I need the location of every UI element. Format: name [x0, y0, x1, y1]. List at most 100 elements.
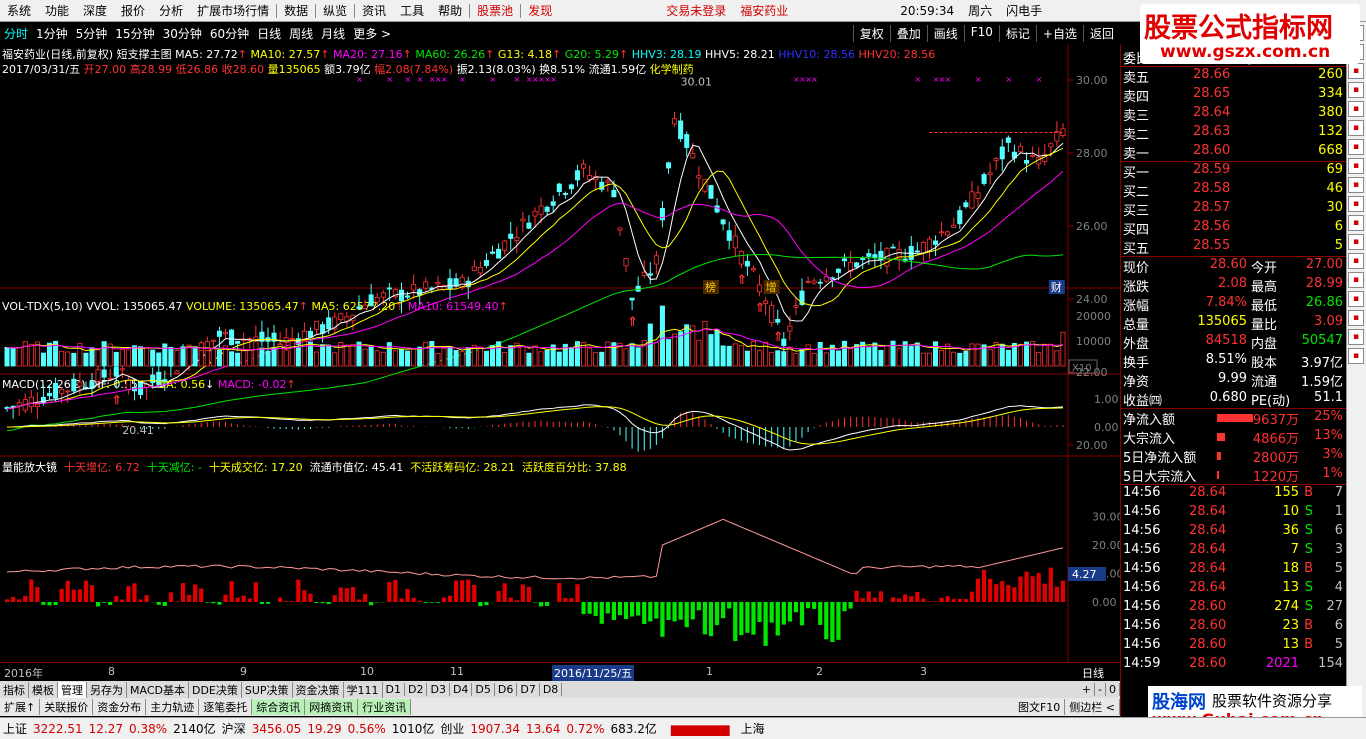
side-tool-icon[interactable]: ▪: [1348, 329, 1364, 345]
menu-item[interactable]: 分析: [152, 0, 190, 22]
side-tool-icon[interactable]: ▪: [1348, 253, 1364, 269]
index-sh-chg[interactable]: 12.27: [86, 722, 126, 736]
side-tool-icon[interactable]: ▪: [1348, 272, 1364, 288]
toolbar-button[interactable]: 返回: [1082, 24, 1120, 42]
zoom-button[interactable]: -: [1095, 683, 1106, 696]
indicator-tab[interactable]: D5: [472, 683, 495, 696]
period-tab[interactable]: 30分钟: [159, 25, 206, 42]
menu-item[interactable]: 深度: [76, 0, 114, 22]
index-hs-pct[interactable]: 0.56%: [345, 722, 389, 736]
info-tab[interactable]: 行业资讯: [358, 699, 412, 715]
index-cy-val[interactable]: 1907.34: [467, 722, 523, 736]
x-axis-mode[interactable]: 日线: [1082, 665, 1104, 681]
menu-item[interactable]: 扩展市场行情: [190, 0, 276, 22]
toolbar-button[interactable]: 复权: [852, 24, 890, 42]
period-tab[interactable]: 周线: [285, 25, 317, 42]
indicator-tab[interactable]: D1: [383, 683, 406, 696]
discover-menu[interactable]: 发现: [521, 0, 559, 22]
indicator-tab[interactable]: 资金决策: [293, 681, 344, 698]
side-tool-icon[interactable]: ▪: [1348, 82, 1364, 98]
trade-status[interactable]: 交易未登录: [659, 0, 733, 22]
side-tool-icon[interactable]: ▪: [1348, 310, 1364, 326]
menu-item[interactable]: 资讯: [355, 0, 393, 22]
indicator-tab[interactable]: D4: [450, 683, 473, 696]
indicator-tab[interactable]: DDE决策: [189, 681, 242, 698]
side-tool-icon[interactable]: ▪: [1348, 120, 1364, 136]
zoom-button[interactable]: +: [1079, 683, 1096, 696]
menu-item[interactable]: 数据: [277, 0, 315, 22]
menu-item[interactable]: 纵览: [316, 0, 354, 22]
info-tab[interactable]: 主力轨迹: [146, 699, 200, 715]
info-tab[interactable]: 关联报价: [40, 699, 94, 715]
volume-bar: [920, 352, 926, 367]
toolbar-button[interactable]: 叠加: [889, 24, 927, 42]
side-tool-icon[interactable]: ▪: [1348, 348, 1364, 364]
tick-row: 14:56 28.64 18 B 5: [1121, 561, 1347, 580]
index-sh-pct[interactable]: 0.38%: [126, 722, 170, 736]
index-hs-label[interactable]: 沪深: [219, 720, 249, 737]
info-tab[interactable]: 综合资讯: [252, 699, 306, 715]
amp-bar: [138, 599, 143, 602]
indicator-tab[interactable]: MACD基本: [127, 681, 189, 698]
side-tool-icon[interactable]: ▪: [1348, 158, 1364, 174]
period-tab[interactable]: 更多 >: [349, 25, 395, 42]
side-toggle[interactable]: 图文F10: [1014, 699, 1066, 715]
info-tab[interactable]: 资金分布: [93, 699, 147, 715]
toolbar-button[interactable]: 画线: [926, 24, 964, 42]
indicator-tab[interactable]: D7: [517, 683, 540, 696]
side-tool-icon[interactable]: ▪: [1348, 139, 1364, 155]
side-tool-icon[interactable]: ▪: [1348, 291, 1364, 307]
toolbar-button[interactable]: +自选: [1035, 24, 1083, 42]
side-tool-icon[interactable]: ▪: [1348, 234, 1364, 250]
index-cy-pct[interactable]: 0.72%: [563, 722, 607, 736]
period-tab[interactable]: 分时: [0, 25, 32, 42]
period-tab[interactable]: 5分钟: [72, 25, 112, 42]
menu-item[interactable]: 工具: [393, 0, 431, 22]
side-toggle[interactable]: 侧边栏 <: [1065, 699, 1120, 715]
side-tool-icon[interactable]: ▪: [1348, 215, 1364, 231]
indicator-tab[interactable]: 学111: [344, 681, 383, 698]
flash-trade-button[interactable]: 闪电手: [999, 0, 1049, 22]
info-tab[interactable]: 网摘资讯: [305, 699, 359, 715]
side-tool-icon[interactable]: ▪: [1348, 101, 1364, 117]
indicator-tab[interactable]: D2: [405, 683, 428, 696]
info-tab[interactable]: 扩展↑: [0, 699, 41, 715]
index-cy-label[interactable]: 创业: [437, 720, 467, 737]
zoom-button[interactable]: 0: [1106, 683, 1120, 696]
menu-item[interactable]: 功能: [38, 0, 76, 22]
index-cy-amt[interactable]: 683.2亿: [607, 720, 659, 737]
index-cy-chg[interactable]: 13.64: [523, 722, 563, 736]
index-sh-val[interactable]: 3222.51: [30, 722, 86, 736]
info-tab[interactable]: 逐笔委托: [199, 699, 253, 715]
menu-item[interactable]: 帮助: [431, 0, 469, 22]
indicator-tab[interactable]: 管理: [58, 681, 87, 698]
side-tool-icon[interactable]: ▪: [1348, 63, 1364, 79]
index-hs-amt[interactable]: 1010亿: [389, 720, 438, 737]
toolbar-button[interactable]: 标记: [998, 24, 1036, 42]
indicator-tab[interactable]: D6: [495, 683, 518, 696]
index-sh-amt[interactable]: 2140亿: [170, 720, 219, 737]
toolbar-button[interactable]: F10: [963, 24, 999, 42]
period-tab[interactable]: 月线: [317, 25, 349, 42]
side-tool-icon[interactable]: ▪: [1348, 177, 1364, 193]
indicator-tab[interactable]: D8: [540, 683, 563, 696]
index-hs-chg[interactable]: 19.29: [304, 722, 344, 736]
menu-item[interactable]: 报价: [114, 0, 152, 22]
period-tab[interactable]: 日线: [253, 25, 285, 42]
volume-bar: [908, 345, 914, 367]
index-hs-val[interactable]: 3456.05: [249, 722, 305, 736]
period-tab[interactable]: 15分钟: [111, 25, 158, 42]
indicator-tab[interactable]: SUP决策: [242, 681, 293, 698]
period-tab[interactable]: 1分钟: [32, 25, 72, 42]
indicator-tab[interactable]: 模板: [29, 681, 58, 698]
period-tab[interactable]: 60分钟: [206, 25, 253, 42]
indicator-tab[interactable]: 另存为: [87, 681, 127, 698]
index-sh-label[interactable]: 上证: [0, 720, 30, 737]
menu-item[interactable]: 系统: [0, 0, 38, 22]
side-tool-icon[interactable]: ▪: [1348, 196, 1364, 212]
indicator-tab[interactable]: D3: [427, 683, 450, 696]
stock-pool-menu[interactable]: 股票池: [470, 0, 520, 22]
indicator-tab[interactable]: 指标: [0, 681, 29, 698]
kline-chart[interactable]: 30.0028.0026.0024.0022.0020.002000010000…: [0, 44, 1120, 662]
stat-value: 2.08: [1218, 276, 1247, 291]
